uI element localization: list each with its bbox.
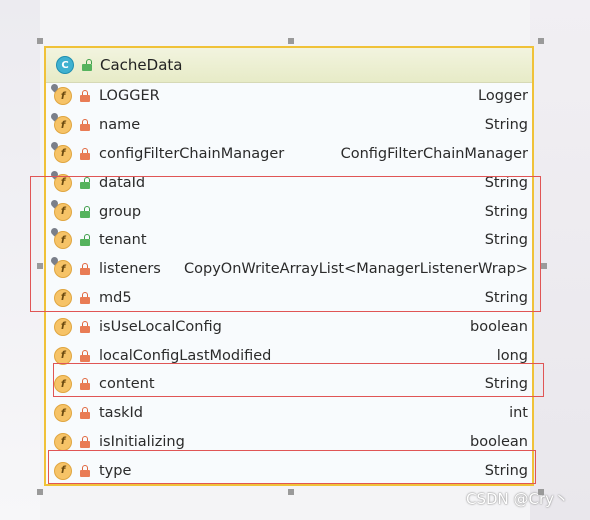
field-type: Logger	[478, 88, 528, 105]
field-icon: f	[49, 111, 72, 135]
class-name: CacheData	[100, 56, 183, 74]
resize-handle-top-right[interactable]	[538, 38, 544, 44]
field-type: boolean	[470, 318, 528, 335]
field-row[interactable]: f taskId int	[46, 399, 532, 428]
field-type: CopyOnWriteArrayList<ManagerListenerWrap…	[184, 261, 528, 278]
field-icon: f	[49, 140, 72, 163]
open-lock-icon	[80, 205, 90, 218]
field-name: configFilterChainManager	[99, 145, 285, 162]
resize-handle-top-left[interactable]	[37, 38, 43, 44]
field-row[interactable]: f LOGGER Logger	[46, 82, 532, 111]
field-row[interactable]: f md5 String	[46, 284, 532, 313]
field-type: String	[484, 232, 528, 249]
field-type: String	[484, 289, 528, 306]
field-icon: f	[49, 255, 72, 279]
lock-icon	[80, 291, 90, 304]
pin-icon	[49, 169, 60, 180]
resize-handle-bottom-mid[interactable]	[288, 489, 294, 495]
field-icon: f	[54, 317, 72, 336]
resize-handle-bottom-left[interactable]	[37, 489, 43, 495]
field-row[interactable]: f name String	[46, 111, 532, 140]
lock-icon	[80, 378, 90, 391]
field-type: boolean	[470, 433, 528, 450]
open-lock-icon	[82, 59, 92, 71]
background-right	[530, 0, 590, 520]
class-node[interactable]: C CacheData f LOGGER Logger f name String f con…	[44, 46, 534, 486]
watermark: CSDN @Cry丶	[466, 490, 570, 508]
field-name: LOGGER	[99, 88, 160, 105]
field-icon: f	[54, 461, 72, 480]
field-list: f LOGGER Logger f name String f configFilterCha…	[46, 82, 532, 485]
lock-icon	[80, 263, 90, 276]
field-icon: f	[49, 198, 72, 221]
pin-icon	[49, 111, 60, 122]
field-row[interactable]: f localConfigLastModified long	[46, 341, 532, 370]
open-lock-icon	[80, 176, 90, 189]
field-name: dataId	[99, 174, 146, 191]
background-left	[0, 0, 40, 520]
field-name: md5	[99, 289, 132, 306]
pin-icon	[49, 198, 60, 209]
lock-icon	[80, 407, 90, 420]
field-name: isInitializing	[99, 433, 185, 450]
pin-icon	[49, 140, 60, 151]
lock-icon	[80, 435, 90, 448]
field-row[interactable]: f content String	[46, 370, 532, 399]
resize-handle-mid-right[interactable]	[541, 263, 547, 269]
lock-icon	[80, 464, 90, 477]
field-type: String	[484, 376, 528, 393]
field-name: tenant	[99, 232, 147, 249]
resize-handle-top-mid[interactable]	[288, 38, 294, 44]
class-icon: C	[56, 56, 74, 74]
open-lock-icon	[80, 234, 90, 247]
field-row[interactable]: f dataId String	[46, 168, 532, 197]
resize-handle-mid-left[interactable]	[37, 263, 43, 269]
field-type: String	[484, 203, 528, 220]
field-name: group	[99, 203, 142, 220]
field-name: content	[99, 376, 155, 393]
field-type: String	[484, 174, 528, 191]
field-row[interactable]: f isUseLocalConfig boolean	[46, 312, 532, 341]
pin-icon	[49, 226, 60, 237]
pin-icon	[49, 255, 60, 266]
field-name: isUseLocalConfig	[99, 318, 222, 335]
field-row[interactable]: f tenant String	[46, 226, 532, 255]
field-name: type	[99, 462, 132, 479]
field-type: String	[484, 462, 528, 479]
field-type: ConfigFilterChainManager	[340, 145, 528, 162]
field-type: int	[509, 405, 528, 422]
pin-icon	[49, 82, 60, 93]
field-name: taskId	[99, 405, 144, 422]
field-name: localConfigLastModified	[99, 347, 272, 364]
lock-icon	[80, 320, 90, 333]
field-icon: f	[54, 375, 72, 394]
field-row[interactable]: f listeners CopyOnWriteArrayList<ManagerLi…	[46, 255, 532, 284]
field-icon: f	[54, 404, 72, 423]
field-row[interactable]: f configFilterChainManager ConfigFilterCha…	[46, 140, 532, 169]
lock-icon	[80, 147, 90, 160]
field-icon: f	[54, 288, 72, 307]
field-icon: f	[54, 432, 72, 451]
field-name: name	[99, 117, 141, 134]
field-row[interactable]: f group String	[46, 197, 532, 226]
lock-icon	[80, 349, 90, 362]
field-icon: f	[49, 82, 72, 106]
field-row[interactable]: f isInitializing boolean	[46, 428, 532, 457]
lock-icon	[80, 119, 90, 132]
field-icon: f	[54, 346, 72, 365]
field-row[interactable]: f type String	[46, 456, 532, 485]
field-type: long	[496, 347, 528, 364]
field-name: listeners	[99, 261, 161, 278]
field-type: String	[484, 117, 528, 134]
lock-icon	[80, 90, 90, 103]
field-icon: f	[49, 169, 72, 192]
field-icon: f	[49, 226, 72, 250]
class-header[interactable]: C CacheData	[46, 48, 532, 83]
